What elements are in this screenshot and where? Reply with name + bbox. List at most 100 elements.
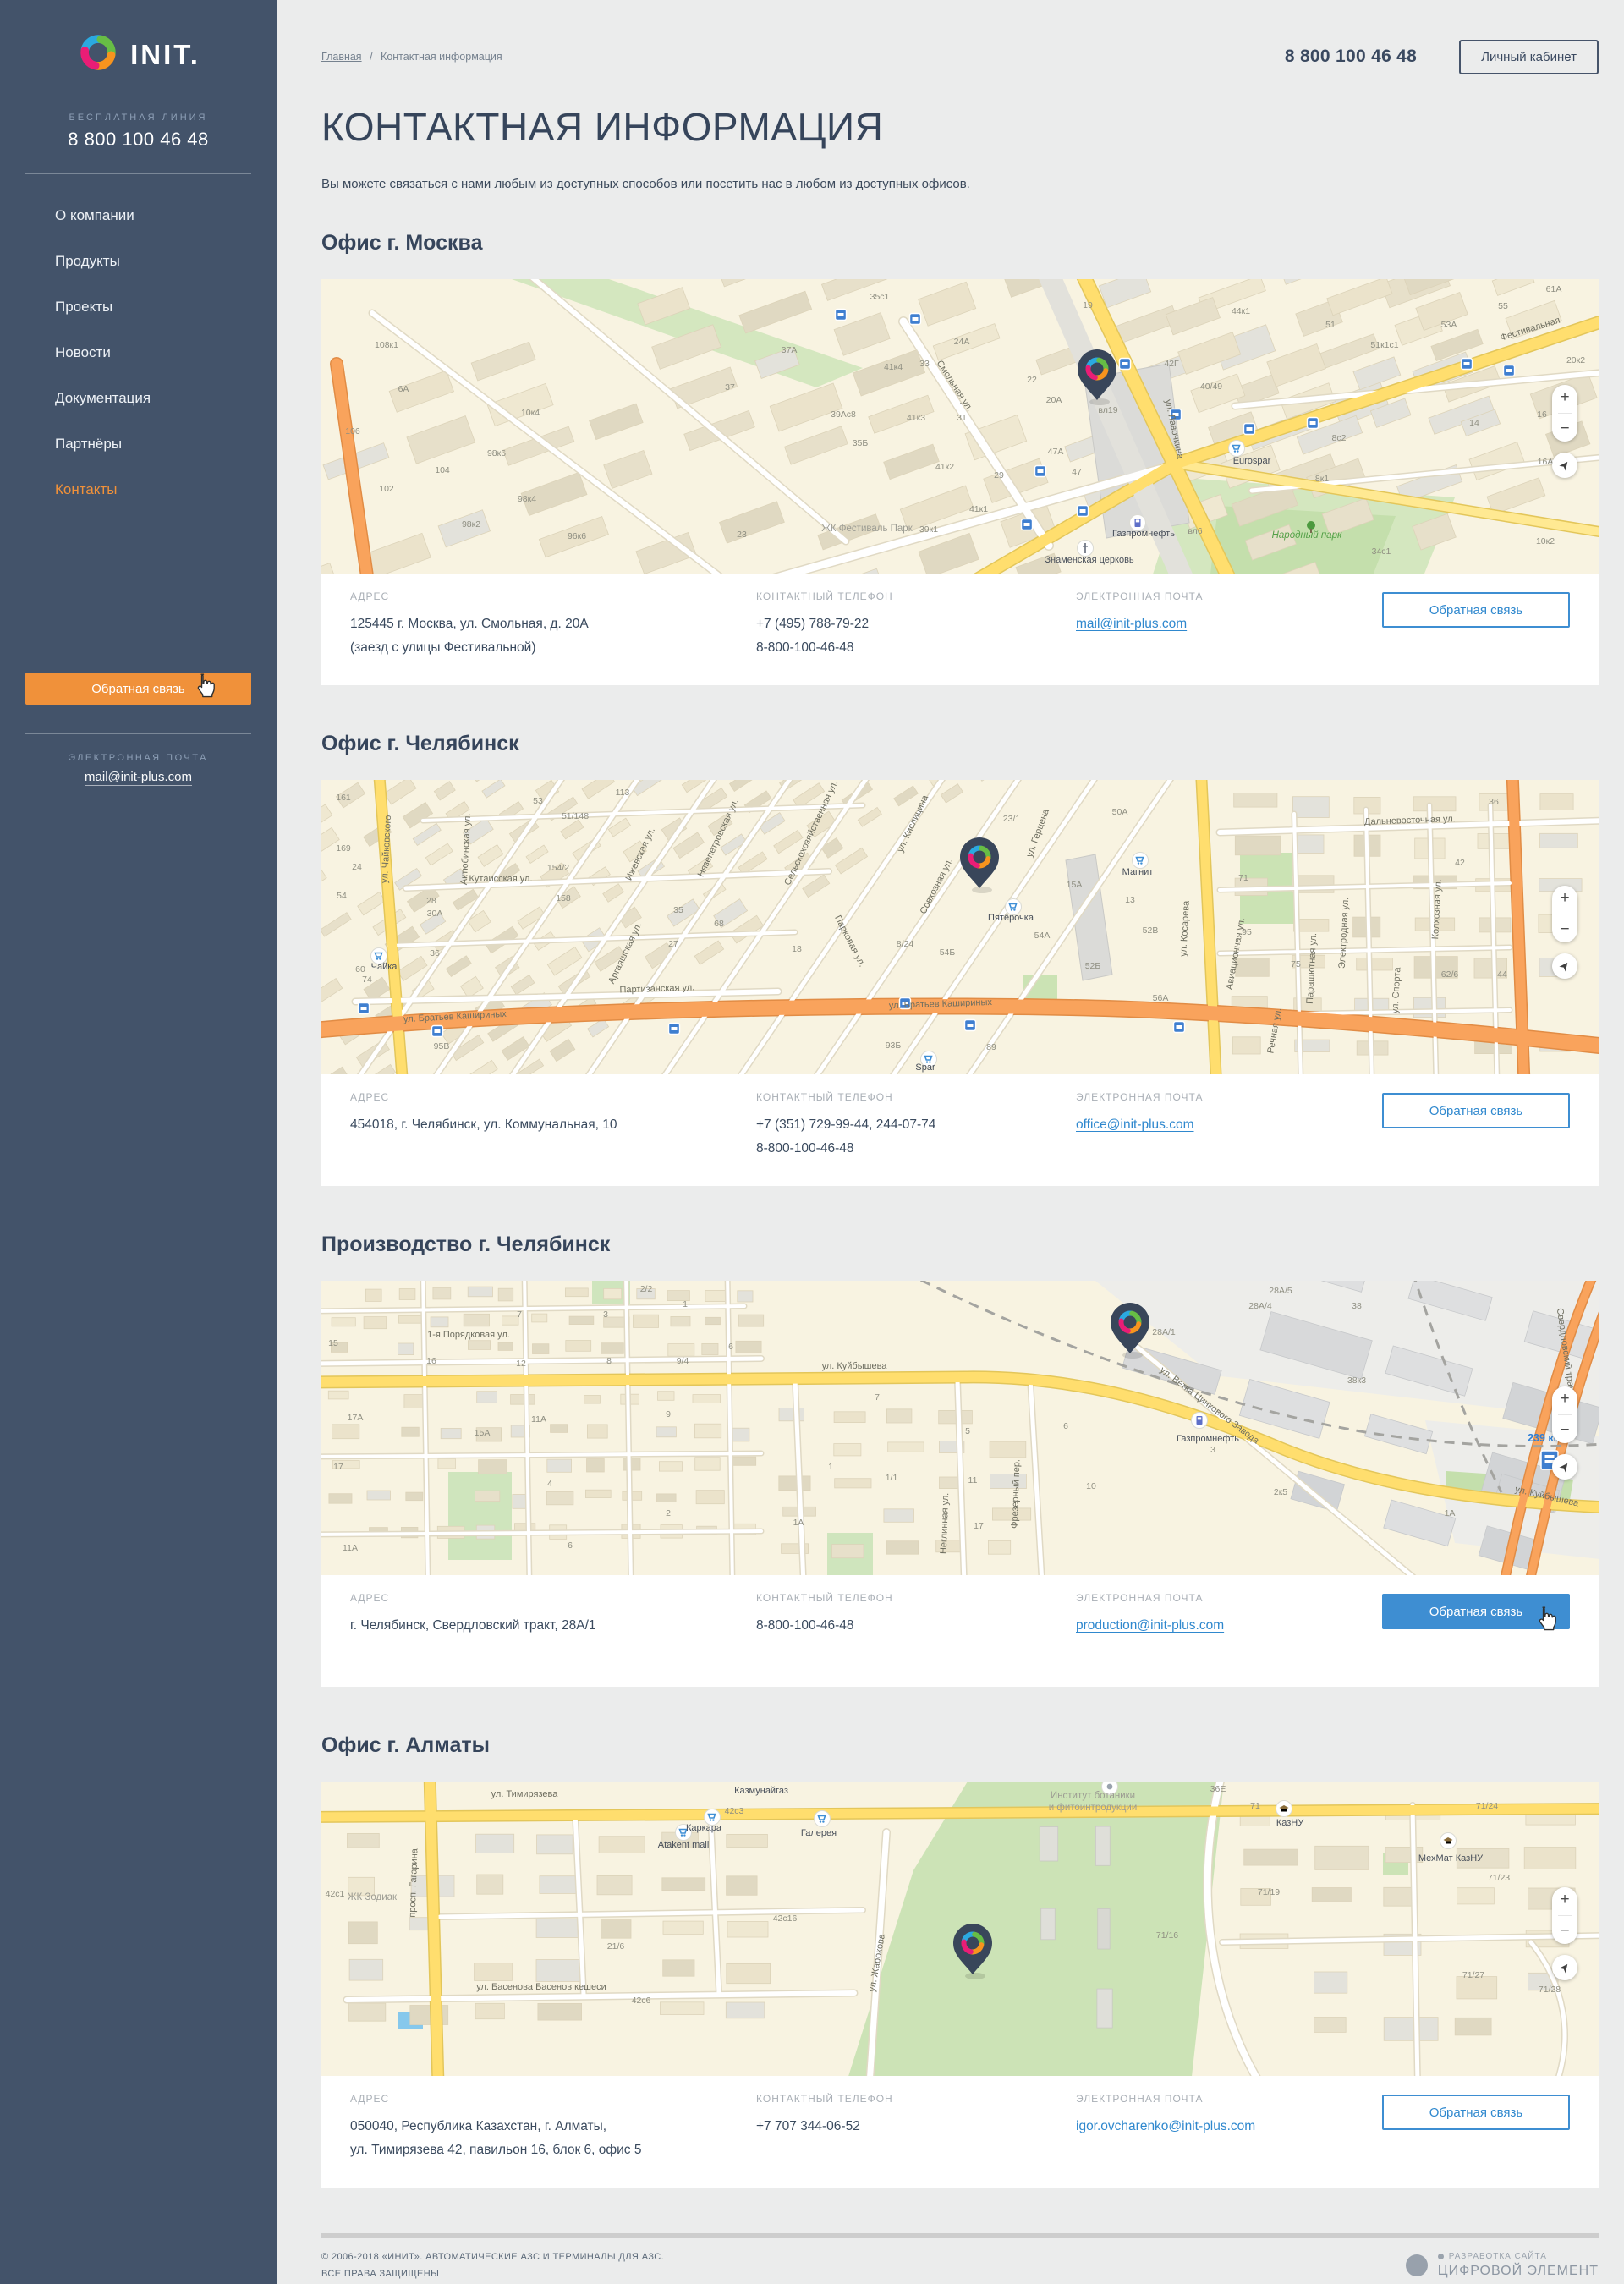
logo[interactable]: INIT. [0,30,277,79]
sidebar-email-link[interactable]: mail@init-plus.com [85,770,192,786]
map-zoom-control[interactable]: + − [1552,1386,1577,1443]
sidebar-item-1[interactable]: О компании [0,193,277,239]
svg-text:75: 75 [1291,959,1301,969]
phone-label: КОНТАКТНЫЙ ТЕЛЕФОН [756,2093,1076,2105]
map-image[interactable]: ул. Братьев Кашириныхул. Братьев Каширин… [321,780,1599,1074]
svg-text:10к4: 10к4 [521,408,540,418]
breadcrumb-home-link[interactable]: Главная [321,51,362,63]
sidebar-item-5[interactable]: Документация [0,376,277,421]
svg-text:60: 60 [355,964,365,975]
developer-logo-icon [1406,2254,1428,2276]
map[interactable]: ул. Тимирязевапросп. Гагаринаул. Басенов… [321,1782,1599,2076]
svg-text:31: 31 [957,413,967,423]
header-phone: 8 800 100 46 48 [1285,47,1417,67]
main-content: Главная / Контактная информация 8 800 10… [277,0,1624,2282]
email-link[interactable]: igor.ovcharenko@init-plus.com [1076,2119,1255,2133]
svg-text:18: 18 [792,944,802,954]
geolocation-button[interactable] [1552,953,1577,979]
bus-stop-icon [1174,1022,1185,1033]
zoom-in-button[interactable]: + [1560,1892,1569,1908]
svg-text:16: 16 [426,1356,436,1366]
svg-text:24А: 24А [954,337,970,347]
svg-text:154/2: 154/2 [547,863,569,873]
svg-text:41к4: 41к4 [884,362,903,372]
breadcrumb-separator: / [370,51,372,63]
svg-text:104: 104 [435,465,450,475]
account-button[interactable]: Личный кабинет [1459,40,1599,74]
svg-text:37: 37 [725,382,735,393]
map[interactable]: ул. ЛавочкинаСмольная ул.ФестивальнаяЖК … [321,279,1599,574]
svg-text:вл6: вл6 [1188,526,1202,536]
svg-text:71/27: 71/27 [1462,1970,1484,1980]
svg-text:Atakent mall: Atakent mall [658,1840,710,1850]
svg-text:35с1: 35с1 [870,292,890,302]
location-arrow-icon [1559,1461,1571,1473]
sidebar-item-7[interactable]: Контакты [0,467,277,513]
svg-text:МехМат КазНУ: МехМат КазНУ [1418,1853,1484,1864]
map[interactable]: ул. Куйбышеваул. Куйбышева1-я Порядковая… [321,1281,1599,1575]
zoom-in-button[interactable]: + [1560,1392,1569,1407]
office-section-3: Производство г. Челябинск ул. Куйбышевау… [321,1232,1599,1687]
svg-text:41к2: 41к2 [935,462,954,472]
logo-text: INIT. [130,39,200,71]
feedback-button[interactable]: Обратная связь [1382,1594,1570,1629]
map-zoom-control[interactable]: + − [1552,886,1577,942]
feedback-button[interactable]: Обратная связь [1382,2095,1570,2130]
uni-icon [1440,1833,1457,1849]
svg-text:5: 5 [965,1426,970,1436]
svg-text:17: 17 [333,1462,343,1472]
svg-text:47А: 47А [1048,447,1064,457]
svg-text:35: 35 [673,905,683,915]
email-link[interactable]: production@init-plus.com [1076,1618,1224,1633]
zoom-in-button[interactable]: + [1560,891,1569,906]
svg-text:23/1: 23/1 [1003,814,1021,824]
svg-text:ул. Басенова Басенов кешеси: ул. Басенова Басенов кешеси [476,1982,606,1992]
map-image[interactable]: ул. Тимирязевапросп. Гагаринаул. Басенов… [321,1782,1599,2076]
map-zoom-control[interactable]: + − [1552,385,1577,442]
zoom-in-button[interactable]: + [1560,390,1569,405]
email-label: ЭЛЕКТРОННАЯ ПОЧТА [1076,590,1353,602]
sidebar-item-2[interactable]: Продукты [0,239,277,284]
svg-text:Газпромнефть: Газпромнефть [1177,1434,1239,1444]
svg-text:54А: 54А [1034,931,1051,941]
svg-text:161: 161 [336,793,351,803]
svg-text:Народный парк: Народный парк [1272,530,1342,541]
feedback-button[interactable]: Обратная связь [1382,1093,1570,1128]
map-zoom-control[interactable]: + − [1552,1887,1577,1944]
svg-text:74: 74 [362,975,372,985]
sidebar-item-3[interactable]: Проекты [0,284,277,330]
svg-text:71: 71 [1250,1801,1260,1811]
sidebar-feedback-button[interactable]: Обратная связь [25,673,251,705]
map-image[interactable]: ул. ЛавочкинаСмольная ул.ФестивальнаяЖК … [321,279,1599,574]
email-link[interactable]: mail@init-plus.com [1076,617,1187,631]
svg-text:68: 68 [714,919,724,929]
bus-stop-icon [910,314,921,325]
geolocation-button[interactable] [1552,453,1577,478]
svg-text:Spar: Spar [915,1062,935,1073]
office-heading: Офис г. Алматы [321,1732,1599,1758]
svg-text:6: 6 [568,1540,573,1551]
geolocation-button[interactable] [1552,1454,1577,1480]
geolocation-button[interactable] [1552,1955,1577,1980]
email-link[interactable]: office@init-plus.com [1076,1117,1194,1132]
map-image[interactable]: ул. Куйбышеваул. Куйбышева1-я Порядковая… [321,1281,1599,1575]
map[interactable]: ул. Братьев Кашириныхул. Братьев Каширин… [321,780,1599,1074]
svg-text:1А: 1А [1445,1508,1456,1518]
zoom-out-button[interactable]: − [1560,1423,1569,1438]
svg-text:Магнит: Магнит [1122,867,1154,877]
developer-label: РАЗРАБОТКА САЙТА [1449,2252,1547,2261]
email-column: ЭЛЕКТРОННАЯ ПОЧТА production@init-plus.c… [1076,1592,1353,1665]
zoom-out-button[interactable]: − [1560,922,1569,937]
zoom-out-button[interactable]: − [1560,421,1569,436]
zoom-out-button[interactable]: − [1560,1924,1569,1939]
developer-credit[interactable]: РАЗРАБОТКА САЙТА ЦИФРОВОЙ ЭЛЕМЕНТ [1406,2248,1599,2282]
feedback-button[interactable]: Обратная связь [1382,592,1570,628]
sidebar-item-4[interactable]: Новости [0,330,277,376]
svg-text:8к1: 8к1 [1315,474,1329,484]
svg-text:1/1: 1/1 [886,1473,898,1483]
svg-text:9/4: 9/4 [677,1356,689,1366]
svg-text:71/24: 71/24 [1476,1801,1498,1811]
svg-text:8: 8 [606,1356,612,1366]
phone-label: КОНТАКТНЫЙ ТЕЛЕФОН [756,1091,1076,1103]
sidebar-item-6[interactable]: Партнёры [0,421,277,467]
